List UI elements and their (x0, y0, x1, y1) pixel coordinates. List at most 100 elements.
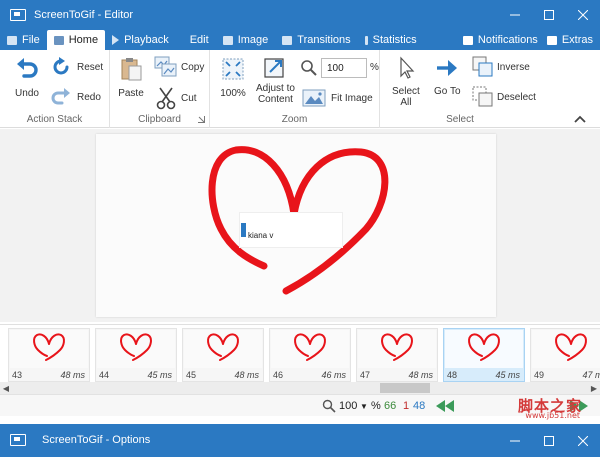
status-zoom-down-icon[interactable]: ▼ (360, 402, 368, 411)
frame-duration: 46 ms (321, 370, 346, 380)
status-bar: 100 ▼ % 66 1 48 (0, 394, 600, 416)
fit-image-label: Fit Image (331, 92, 373, 104)
frame-duration: 48 ms (234, 370, 259, 380)
notifications-label: Notifications (477, 34, 538, 46)
scroll-left-button[interactable]: ◀ (0, 382, 12, 394)
reset-button[interactable]: Reset (50, 56, 103, 78)
select-all-line1: Select (392, 86, 420, 97)
redo-button[interactable]: Redo (50, 86, 101, 108)
frame-number: 46 (273, 370, 284, 380)
scrollbar-thumb[interactable] (380, 383, 430, 393)
frame-number: 49 (534, 370, 545, 380)
screentogif-app-icon (10, 9, 26, 21)
selected-count: 1 (403, 400, 410, 412)
tab-edit[interactable]: Edit (176, 30, 216, 50)
action-stack-group: Undo Reset Redo Action Stack (0, 50, 110, 128)
reset-label: Reset (77, 61, 104, 73)
reset-icon (53, 57, 69, 75)
adjust-to-content-icon (264, 58, 285, 78)
action-stack-label: Action Stack (26, 114, 83, 125)
cut-button[interactable]: Cut (154, 86, 197, 110)
actual-size-icon (222, 58, 244, 80)
tab-statistics[interactable]: Statistics (358, 30, 424, 50)
frame-count: 66 (384, 400, 397, 412)
frame-item[interactable]: 44 45 ms (95, 328, 177, 382)
current-frame: 48 (413, 400, 426, 412)
frame-thumbnail (271, 330, 349, 368)
adjust-line2: Content (257, 94, 293, 105)
frame-item[interactable]: 47 48 ms (356, 328, 438, 382)
options-minimize-button[interactable] (498, 424, 532, 457)
frame-number: 44 (99, 370, 110, 380)
tabs-right: Notifications Extras (456, 30, 600, 50)
extras-button[interactable]: Extras (545, 30, 600, 50)
copy-button[interactable]: Copy (154, 56, 204, 78)
maximize-icon (544, 435, 554, 446)
options-window-title: ScreenToGif - Options (42, 434, 151, 446)
deselect-button[interactable]: Deselect (472, 86, 536, 108)
redo-icon (51, 88, 70, 105)
options-window-controls (498, 424, 600, 457)
maximize-button[interactable] (532, 0, 566, 30)
close-button[interactable] (566, 0, 600, 30)
first-frame-icon[interactable] (436, 400, 458, 412)
heart-thumbnail (381, 333, 413, 361)
frame-duration: 47 ms (582, 370, 600, 380)
frame-item[interactable]: 46 46 ms (269, 328, 351, 382)
frame-canvas: kiana v (96, 134, 496, 317)
fit-image-icon (302, 89, 326, 107)
status-zoom-value[interactable]: 100 (339, 400, 357, 412)
collapse-ribbon-icon[interactable] (574, 115, 586, 123)
frame-thumbnail (445, 330, 523, 368)
close-icon (578, 435, 588, 446)
tab-transitions[interactable]: Transitions (275, 30, 357, 50)
zoom-percent-unit: % (370, 62, 379, 73)
tab-home[interactable]: Home (46, 30, 106, 50)
frame-item[interactable]: 43 48 ms (8, 328, 90, 382)
deselect-icon (472, 86, 493, 107)
frame-number: 47 (360, 370, 371, 380)
tab-playback-label: Playback (124, 34, 169, 46)
overlay-text: kiana v (248, 231, 274, 240)
heart-thumbnail (468, 333, 500, 361)
window-title: ScreenToGif - Editor (34, 9, 134, 21)
adjust-to-content-button[interactable]: Adjust to Content (256, 56, 295, 105)
frame-list-scrollbar[interactable]: ◀ ▶ (0, 382, 600, 394)
go-to-button[interactable]: Go To (434, 56, 461, 97)
zoom-input[interactable] (321, 58, 367, 78)
clipboard-group: Paste Copy Cut Clipboard (110, 50, 210, 128)
extras-label: Extras (561, 34, 593, 46)
paste-button[interactable]: Paste (118, 56, 144, 99)
notifications-icon (462, 35, 473, 45)
options-window-titlebar: ScreenToGif - Options (0, 424, 600, 457)
frame-item[interactable]: 48 45 ms (443, 328, 525, 382)
select-all-button[interactable]: Select All (392, 56, 420, 108)
fit-image-button[interactable]: Fit Image (302, 88, 373, 108)
options-maximize-button[interactable] (532, 424, 566, 457)
status-magnifier-icon (322, 399, 336, 413)
inverse-button[interactable]: Inverse (472, 56, 530, 78)
scroll-right-button[interactable]: ▶ (588, 382, 600, 394)
image-icon (222, 35, 233, 45)
zoom-100-button[interactable]: 100% (220, 56, 246, 99)
tab-statistics-label: Statistics (372, 34, 417, 46)
dialog-launcher-icon[interactable] (198, 116, 205, 123)
tab-playback[interactable]: Playback (105, 30, 176, 50)
frame-thumbnail (532, 330, 600, 368)
tab-transitions-label: Transitions (297, 34, 351, 46)
notifications-button[interactable]: Notifications (456, 30, 545, 50)
undo-button[interactable]: Undo (14, 56, 40, 99)
frame-number: 43 (12, 370, 23, 380)
frame-item[interactable]: 45 48 ms (182, 328, 264, 382)
maximize-icon (544, 10, 554, 20)
go-to-label: Go To (434, 86, 461, 97)
options-close-button[interactable] (566, 424, 600, 457)
tab-home-label: Home (68, 34, 99, 46)
tab-file[interactable]: File (0, 30, 47, 50)
frame-thumbnail (184, 330, 262, 368)
tab-image[interactable]: Image (216, 30, 276, 50)
frame-duration: 45 ms (147, 370, 172, 380)
frame-item[interactable]: 49 47 ms (530, 328, 600, 382)
minimize-button[interactable] (498, 0, 532, 30)
frame-duration: 48 ms (408, 370, 433, 380)
